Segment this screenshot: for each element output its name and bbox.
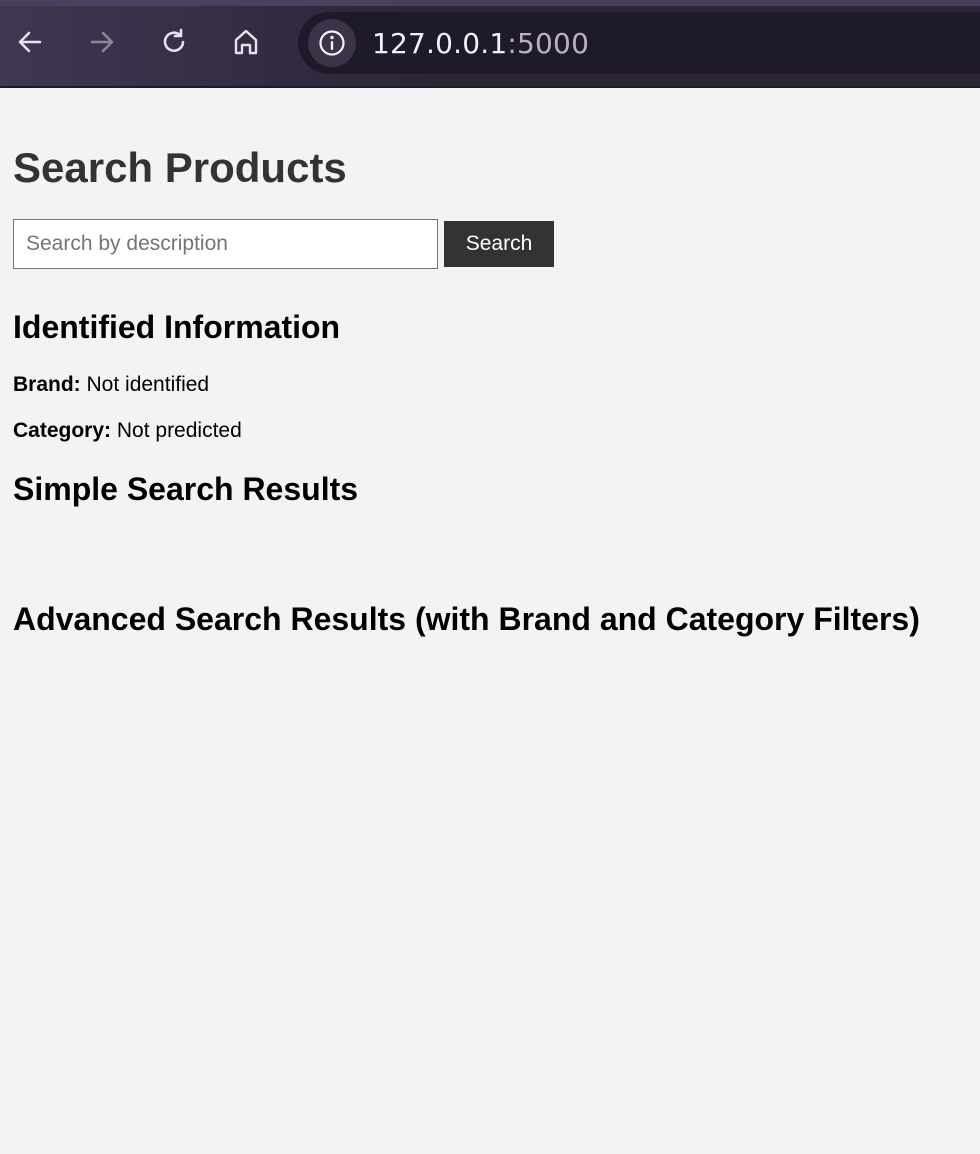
- forward-arrow-icon: [90, 31, 114, 53]
- brand-label: Brand:: [13, 373, 81, 396]
- identified-information-heading: Identified Information: [13, 309, 341, 345]
- back-arrow-icon: [18, 31, 42, 53]
- home-button[interactable]: [228, 24, 264, 60]
- search-button[interactable]: Search: [444, 221, 554, 267]
- url-host: 127.0.0.1: [372, 27, 508, 60]
- brand-value: Not identified: [86, 373, 210, 396]
- address-bar[interactable]: 127.0.0.1:5000: [298, 12, 980, 74]
- url-text: 127.0.0.1:5000: [372, 27, 589, 60]
- page-content: Search Products Search Identified Inform…: [0, 88, 980, 1154]
- advanced-results-heading: Advanced Search Results (with Brand and …: [13, 601, 920, 637]
- info-icon: [319, 30, 345, 56]
- browser-toolbar: 127.0.0.1:5000: [0, 0, 980, 88]
- reload-icon: [163, 28, 185, 52]
- page-title: Search Products: [13, 144, 347, 191]
- reload-button[interactable]: [156, 24, 192, 60]
- site-info-button[interactable]: [308, 19, 356, 67]
- simple-results-heading: Simple Search Results: [13, 471, 359, 507]
- url-port: :5000: [507, 27, 590, 60]
- category-line: Category: Not predicted: [13, 419, 242, 443]
- forward-button[interactable]: [84, 24, 120, 60]
- category-label: Category:: [13, 419, 112, 442]
- back-button[interactable]: [12, 24, 48, 60]
- search-input[interactable]: [13, 219, 438, 269]
- brand-line: Brand: Not identified: [13, 373, 209, 397]
- category-value: Not predicted: [116, 419, 242, 442]
- home-icon: [234, 29, 258, 55]
